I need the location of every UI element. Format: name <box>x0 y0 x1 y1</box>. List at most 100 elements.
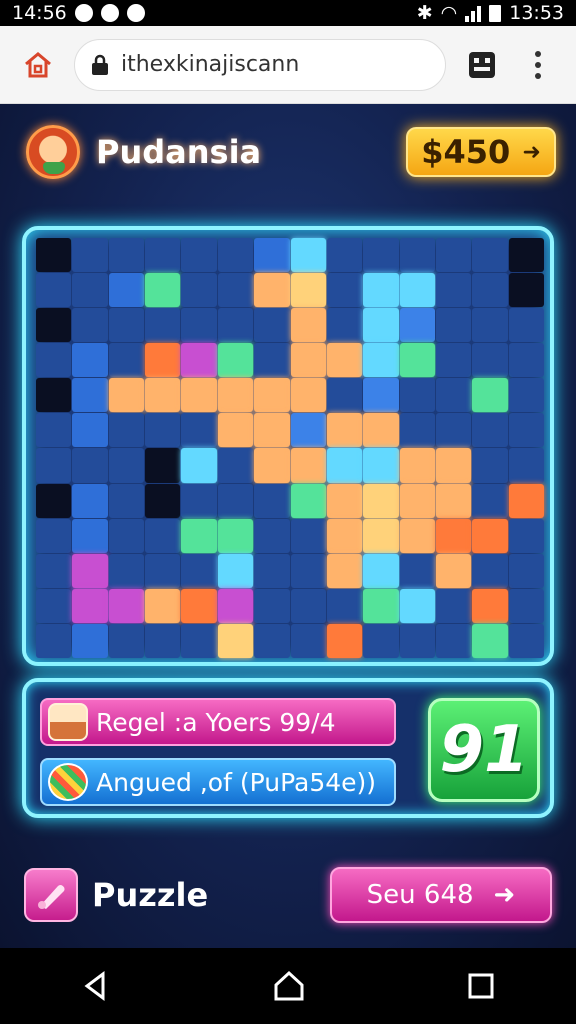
puzzle-piece[interactable] <box>326 238 363 273</box>
puzzle-piece[interactable] <box>290 238 326 273</box>
puzzle-piece[interactable] <box>363 343 399 378</box>
home-nav-icon[interactable] <box>272 969 306 1003</box>
puzzle-piece[interactable] <box>326 273 363 308</box>
puzzle-piece[interactable] <box>435 588 472 623</box>
puzzle-piece[interactable] <box>181 483 217 518</box>
puzzle-piece[interactable] <box>326 483 363 518</box>
puzzle-piece[interactable] <box>290 378 326 413</box>
puzzle-piece[interactable] <box>399 518 435 553</box>
puzzle-piece[interactable] <box>108 483 145 518</box>
puzzle-piece[interactable] <box>326 378 363 413</box>
puzzle-piece[interactable] <box>108 308 145 343</box>
progress-info-row[interactable]: Angued ,of (PuPa54e)) <box>40 758 396 806</box>
puzzle-piece[interactable] <box>254 588 290 623</box>
puzzle-piece[interactable] <box>508 273 544 308</box>
puzzle-piece[interactable] <box>145 483 181 518</box>
continue-button[interactable]: Seu 648 ➜ <box>330 867 552 923</box>
player-avatar[interactable] <box>26 125 80 179</box>
puzzle-piece[interactable] <box>36 623 72 658</box>
puzzle-piece[interactable] <box>72 238 108 273</box>
puzzle-piece[interactable] <box>145 238 181 273</box>
puzzle-piece[interactable] <box>399 308 435 343</box>
tabs-icon[interactable] <box>462 45 502 85</box>
puzzle-piece[interactable] <box>363 553 399 588</box>
puzzle-piece[interactable] <box>363 588 399 623</box>
puzzle-piece[interactable] <box>217 448 254 483</box>
puzzle-piece[interactable] <box>36 483 72 518</box>
puzzle-piece[interactable] <box>145 343 181 378</box>
puzzle-piece[interactable] <box>36 448 72 483</box>
back-icon[interactable] <box>81 971 111 1001</box>
puzzle-piece[interactable] <box>472 623 508 658</box>
puzzle-piece[interactable] <box>36 378 72 413</box>
puzzle-piece[interactable] <box>435 553 472 588</box>
puzzle-board[interactable] <box>22 226 554 666</box>
puzzle-piece[interactable] <box>181 273 217 308</box>
puzzle-piece[interactable] <box>72 553 108 588</box>
puzzle-piece[interactable] <box>290 588 326 623</box>
puzzle-piece[interactable] <box>326 413 363 448</box>
puzzle-piece[interactable] <box>217 623 254 658</box>
puzzle-piece[interactable] <box>72 518 108 553</box>
puzzle-piece[interactable] <box>290 413 326 448</box>
puzzle-piece[interactable] <box>435 483 472 518</box>
puzzle-piece[interactable] <box>145 273 181 308</box>
puzzle-piece[interactable] <box>217 343 254 378</box>
puzzle-piece[interactable] <box>435 308 472 343</box>
puzzle-piece[interactable] <box>217 238 254 273</box>
puzzle-piece[interactable] <box>290 448 326 483</box>
puzzle-piece[interactable] <box>108 448 145 483</box>
puzzle-piece[interactable] <box>254 448 290 483</box>
puzzle-piece[interactable] <box>108 623 145 658</box>
puzzle-piece[interactable] <box>217 413 254 448</box>
puzzle-piece[interactable] <box>108 553 145 588</box>
puzzle-piece[interactable] <box>108 343 145 378</box>
puzzle-piece[interactable] <box>435 378 472 413</box>
puzzle-piece[interactable] <box>181 238 217 273</box>
puzzle-piece[interactable] <box>363 413 399 448</box>
puzzle-piece[interactable] <box>181 448 217 483</box>
puzzle-piece[interactable] <box>145 553 181 588</box>
puzzle-piece[interactable] <box>72 588 108 623</box>
puzzle-piece[interactable] <box>435 273 472 308</box>
puzzle-piece[interactable] <box>72 483 108 518</box>
puzzle-piece[interactable] <box>508 378 544 413</box>
puzzle-piece[interactable] <box>435 518 472 553</box>
puzzle-piece[interactable] <box>363 448 399 483</box>
puzzle-piece[interactable] <box>36 588 72 623</box>
puzzle-piece[interactable] <box>326 623 363 658</box>
puzzle-piece[interactable] <box>290 623 326 658</box>
puzzle-piece[interactable] <box>435 343 472 378</box>
puzzle-piece[interactable] <box>181 378 217 413</box>
puzzle-icon[interactable] <box>24 868 78 922</box>
puzzle-piece[interactable] <box>472 518 508 553</box>
puzzle-piece[interactable] <box>181 623 217 658</box>
puzzle-piece[interactable] <box>399 378 435 413</box>
puzzle-piece[interactable] <box>290 308 326 343</box>
puzzle-piece[interactable] <box>363 273 399 308</box>
puzzle-piece[interactable] <box>472 448 508 483</box>
puzzle-piece[interactable] <box>435 623 472 658</box>
puzzle-piece[interactable] <box>254 413 290 448</box>
puzzle-piece[interactable] <box>72 308 108 343</box>
puzzle-piece[interactable] <box>435 238 472 273</box>
puzzle-piece[interactable] <box>36 343 72 378</box>
puzzle-piece[interactable] <box>435 448 472 483</box>
puzzle-piece[interactable] <box>145 588 181 623</box>
puzzle-piece[interactable] <box>326 588 363 623</box>
puzzle-piece[interactable] <box>145 378 181 413</box>
puzzle-piece[interactable] <box>254 483 290 518</box>
puzzle-piece[interactable] <box>508 238 544 273</box>
puzzle-piece[interactable] <box>363 378 399 413</box>
puzzle-piece[interactable] <box>72 623 108 658</box>
puzzle-piece[interactable] <box>181 343 217 378</box>
puzzle-grid[interactable] <box>36 238 544 658</box>
puzzle-piece[interactable] <box>108 588 145 623</box>
puzzle-piece[interactable] <box>145 308 181 343</box>
puzzle-piece[interactable] <box>472 413 508 448</box>
level-info-row[interactable]: Regel :a Yoers 99/4 <box>40 698 396 746</box>
puzzle-piece[interactable] <box>399 448 435 483</box>
puzzle-piece[interactable] <box>36 518 72 553</box>
puzzle-piece[interactable] <box>217 483 254 518</box>
puzzle-piece[interactable] <box>363 518 399 553</box>
